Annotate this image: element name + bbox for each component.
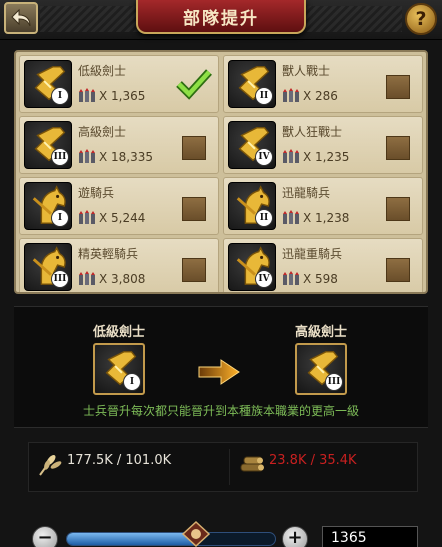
unit-name: 遊騎兵 <box>78 186 115 200</box>
unit-icon: III <box>24 121 72 169</box>
quantity-input[interactable]: 1365 <box>322 526 418 547</box>
wood-cost: 23.8K / 35.4K <box>269 453 357 468</box>
unit-count: X 286 <box>303 89 338 103</box>
upgrade-to-label: 高級劍士 <box>294 325 347 340</box>
unit-card[interactable]: III 高級劍士 X 18,335 <box>19 116 219 174</box>
unit-card[interactable]: III 精英輕騎兵 X 3,808 <box>19 238 219 292</box>
unit-list: I 低級劍士 X 1,365 II 獸人戰士 X 286 III 高級劍士 X … <box>14 50 428 294</box>
rank-badge: III <box>51 148 69 166</box>
increase-button[interactable]: + <box>282 526 308 547</box>
unit-icon: IV <box>228 121 276 169</box>
unit-count: X 3,808 <box>99 272 146 286</box>
unit-count: X 1,238 <box>303 211 350 225</box>
rank-badge: IV <box>255 148 273 166</box>
rank-badge: III <box>51 270 69 288</box>
unit-count: X 18,335 <box>99 150 154 164</box>
rank-badge: III <box>325 373 343 391</box>
slider-knob[interactable] <box>179 520 213 547</box>
unit-card[interactable]: II 迅龍騎兵 X 1,238 <box>223 177 423 235</box>
troop-count-icon <box>283 88 299 102</box>
unit-name: 低級劍士 <box>78 64 127 78</box>
unit-icon: III <box>24 243 72 291</box>
rank-badge: I <box>123 373 141 391</box>
rank-badge: IV <box>255 270 273 288</box>
checkmark-icon[interactable] <box>176 68 212 100</box>
upgrade-notice: 士兵晉升每次都只能晉升到本種族本職業的更高一級 <box>82 404 359 418</box>
unit-count: X 5,244 <box>99 211 146 225</box>
troop-count-icon <box>79 210 95 224</box>
rank-badge: II <box>255 209 273 227</box>
unit-count: X 1,235 <box>303 150 350 164</box>
upgrade-from-icon: I <box>93 343 145 395</box>
unit-card[interactable]: II 獸人戰士 X 286 <box>223 55 423 113</box>
slider-fill <box>67 533 196 545</box>
quantity-selector: − + 1365 <box>0 520 442 547</box>
unit-icon: I <box>24 182 72 230</box>
help-icon: ? <box>415 8 427 30</box>
unit-count: X 1,365 <box>99 89 146 103</box>
back-arrow-icon <box>11 8 31 27</box>
troop-count-icon <box>283 210 299 224</box>
rank-badge: II <box>255 87 273 105</box>
food-cost: 177.5K / 101.0K <box>67 453 172 468</box>
select-checkbox[interactable] <box>386 75 410 99</box>
select-checkbox[interactable] <box>182 197 206 221</box>
divider <box>229 449 230 485</box>
unit-name: 高級劍士 <box>78 125 127 139</box>
quantity-slider[interactable] <box>66 532 276 546</box>
title-banner: 部隊提升 <box>136 0 306 34</box>
unit-name: 獸人戰士 <box>282 64 331 78</box>
select-checkbox[interactable] <box>386 136 410 160</box>
rank-badge: I <box>51 87 69 105</box>
unit-card[interactable]: I 遊騎兵 X 5,244 <box>19 177 219 235</box>
unit-name: 獸人狂戰士 <box>282 125 343 139</box>
select-checkbox[interactable] <box>386 258 410 282</box>
select-checkbox[interactable] <box>182 258 206 282</box>
unit-icon: IV <box>228 243 276 291</box>
arrow-right-icon <box>198 359 240 385</box>
top-bar: 部隊提升 ? <box>0 0 442 40</box>
unit-icon: II <box>228 60 276 108</box>
upgrade-to-icon: III <box>295 343 347 395</box>
wheat-icon <box>39 455 62 476</box>
unit-card[interactable]: IV 獸人狂戰士 X 1,235 <box>223 116 423 174</box>
rank-badge: I <box>51 209 69 227</box>
unit-card[interactable]: IV 迅龍重騎兵 X 598 <box>223 238 423 292</box>
select-checkbox[interactable] <box>386 197 410 221</box>
back-button[interactable] <box>4 2 38 34</box>
troop-count-icon <box>79 271 95 285</box>
upgrade-panel: 低級劍士 I 高級劍士 III 士兵晉升每次都只能晉升到本種族本職業的更高一級 <box>14 306 428 428</box>
troop-count-icon <box>79 88 95 102</box>
unit-name: 迅龍騎兵 <box>282 186 331 200</box>
unit-icon: II <box>228 182 276 230</box>
resource-cost-panel: 177.5K / 101.0K 23.8K / 35.4K <box>28 442 418 492</box>
troop-count-icon <box>283 271 299 285</box>
unit-icon: I <box>24 60 72 108</box>
troop-count-icon <box>283 149 299 163</box>
unit-count: X 598 <box>303 272 338 286</box>
wood-icon <box>240 456 264 472</box>
upgrade-from-label: 低級劍士 <box>92 325 145 340</box>
decrease-button[interactable]: − <box>32 526 58 547</box>
unit-name: 精英輕騎兵 <box>78 247 139 261</box>
troop-count-icon <box>79 149 95 163</box>
page-title: 部隊提升 <box>183 8 259 29</box>
unit-card[interactable]: I 低級劍士 X 1,365 <box>19 55 219 113</box>
select-checkbox[interactable] <box>182 136 206 160</box>
help-button[interactable]: ? <box>405 3 437 35</box>
unit-name: 迅龍重騎兵 <box>282 247 343 261</box>
